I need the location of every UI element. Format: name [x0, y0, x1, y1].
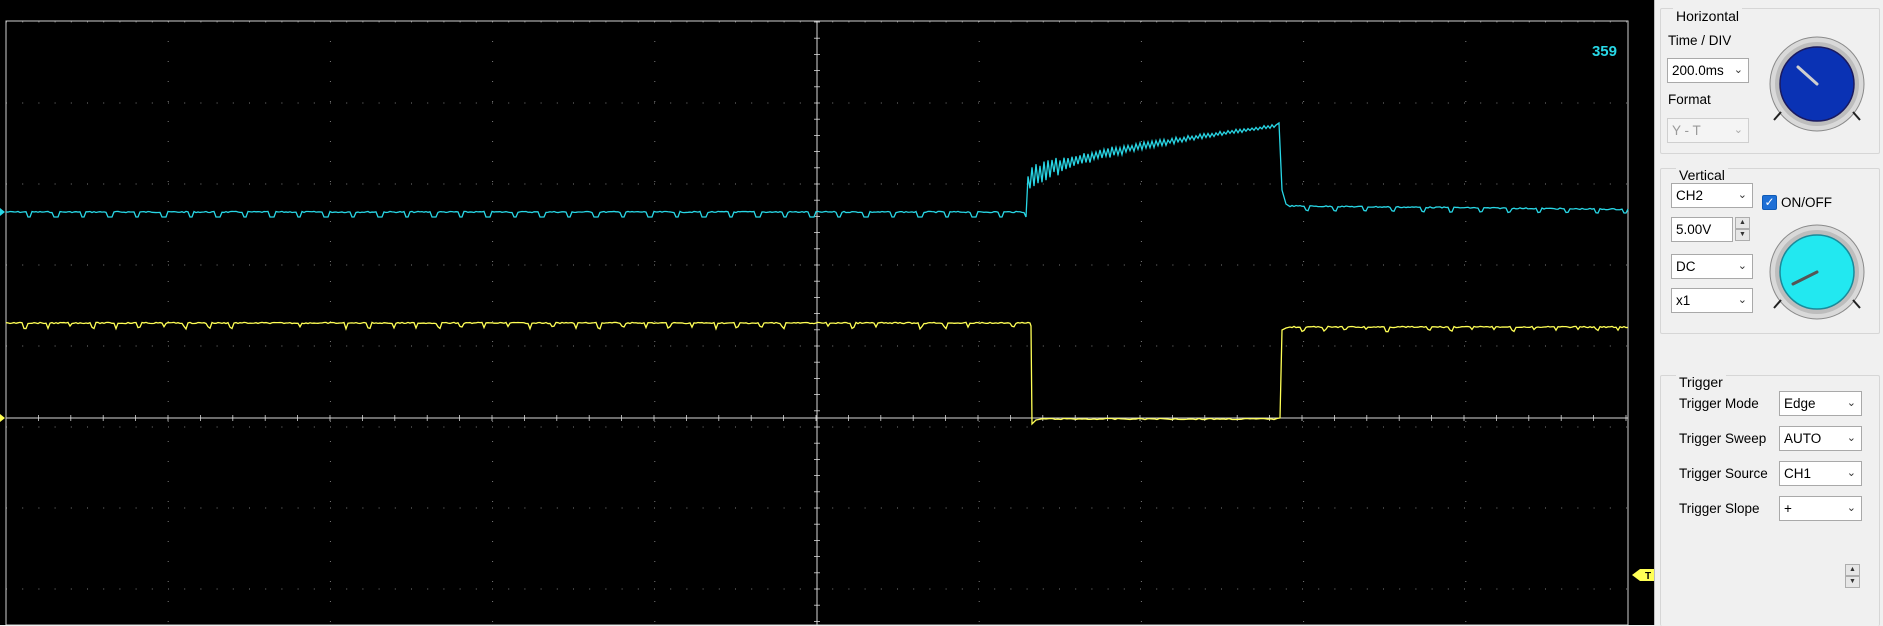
trigger-title: Trigger: [1676, 374, 1726, 390]
chevron-down-icon: ⌄: [1846, 397, 1856, 409]
trigger-source-select[interactable]: CH1 ⌄: [1779, 461, 1862, 486]
coupling-value: DC: [1676, 259, 1696, 274]
chevron-down-icon: ⌄: [1733, 124, 1743, 136]
vertical-title: Vertical: [1676, 167, 1728, 183]
horizontal-title: Horizontal: [1673, 8, 1743, 24]
trigger-source-value: CH1: [1784, 466, 1812, 481]
frame-counter: 359: [1592, 43, 1617, 60]
waveform-canvas: T 359: [0, 20, 1654, 625]
chevron-down-icon: ⌄: [1733, 64, 1743, 76]
time-div-label: Time / DIV: [1668, 33, 1732, 48]
trigger-level-marker[interactable]: T: [1632, 569, 1654, 582]
chevron-down-icon: ⌄: [1737, 189, 1747, 201]
trigger-mode-select[interactable]: Edge ⌄: [1779, 391, 1862, 416]
probe-value: x1: [1676, 293, 1691, 308]
chevron-down-icon: ⌄: [1846, 432, 1856, 444]
spin-down-icon[interactable]: ▼: [1735, 229, 1750, 241]
ch2-offset-marker-icon[interactable]: [0, 208, 5, 216]
trigger-source-label: Trigger Source: [1679, 466, 1768, 481]
time-div-knob[interactable]: [1767, 36, 1867, 134]
chevron-down-icon: ⌄: [1846, 467, 1856, 479]
onoff-checkbox[interactable]: ✓: [1762, 195, 1777, 210]
spin-up-icon[interactable]: ▲: [1735, 217, 1750, 229]
format-select[interactable]: Y - T ⌄: [1667, 118, 1749, 143]
trigger-sweep-value: AUTO: [1784, 431, 1822, 446]
trigger-mode-value: Edge: [1784, 396, 1816, 411]
trigger-sweep-label: Trigger Sweep: [1679, 431, 1767, 446]
chevron-down-icon: ⌄: [1737, 260, 1747, 272]
chevron-down-icon: ⌄: [1737, 294, 1747, 306]
volts-div-value: 5.00V: [1676, 222, 1712, 237]
coupling-select[interactable]: DC ⌄: [1671, 254, 1753, 279]
spin-up-icon[interactable]: ▲: [1845, 564, 1860, 576]
volts-div-input[interactable]: 5.00V: [1671, 217, 1733, 242]
probe-select[interactable]: x1 ⌄: [1671, 288, 1753, 313]
chevron-down-icon: ⌄: [1846, 502, 1856, 514]
trigger-marker-label: T: [1645, 571, 1651, 582]
trigger-level-spinner[interactable]: ▲ ▼: [1845, 564, 1860, 589]
format-value: Y - T: [1672, 123, 1701, 138]
ch1-offset-marker-icon[interactable]: [0, 414, 5, 422]
channel-value: CH2: [1676, 188, 1704, 203]
spin-down-icon[interactable]: ▼: [1845, 576, 1860, 588]
time-div-value: 200.0ms: [1672, 63, 1724, 78]
channel-select[interactable]: CH2 ⌄: [1671, 183, 1753, 208]
volts-div-knob[interactable]: [1767, 224, 1867, 322]
volts-div-spinner[interactable]: ▲ ▼: [1735, 217, 1750, 242]
onoff-label: ON/OFF: [1781, 195, 1832, 210]
trigger-slope-select[interactable]: + ⌄: [1779, 496, 1862, 521]
trigger-sweep-select[interactable]: AUTO ⌄: [1779, 426, 1862, 451]
trigger-slope-label: Trigger Slope: [1679, 501, 1760, 516]
oscilloscope-display[interactable]: T 359: [0, 0, 1655, 625]
trigger-slope-value: +: [1784, 501, 1792, 516]
control-panel: Horizontal Time / DIV 200.0ms ⌄ Format Y…: [1655, 0, 1883, 626]
trigger-mode-label: Trigger Mode: [1679, 396, 1759, 411]
time-div-select[interactable]: 200.0ms ⌄: [1667, 58, 1749, 83]
format-label: Format: [1668, 92, 1711, 107]
